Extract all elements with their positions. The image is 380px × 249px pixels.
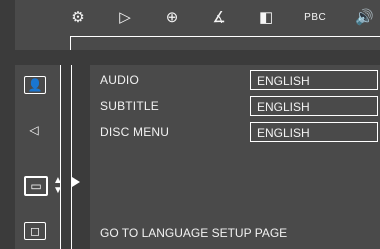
setting-label: DISC MENU (100, 125, 170, 139)
top-menu-bar: ⚙ ▷ ⊕ ∡ ◧ PBC 🔊 (15, 0, 380, 50)
folder-icon[interactable]: ◻ (24, 222, 46, 240)
play-icon[interactable]: ▷ (116, 8, 134, 28)
pointer-icon (72, 177, 80, 187)
top-icon-row: ⚙ ▷ ⊕ ∡ ◧ PBC 🔊 (69, 8, 374, 28)
sidebar: 👤 ◁ ▭ ◻ (15, 65, 61, 249)
setting-label: SUBTITLE (100, 99, 159, 113)
setting-row-disc-menu[interactable]: DISC MENU ENGLISH (100, 122, 380, 144)
setting-value[interactable]: ENGLISH (250, 70, 378, 90)
setting-value[interactable]: ENGLISH (250, 96, 378, 116)
step-icon[interactable]: ◧ (257, 8, 275, 28)
zoom-icon[interactable]: ⊕ (163, 8, 181, 28)
settings-panel: AUDIO ENGLISH SUBTITLE ENGLISH DISC MENU… (90, 65, 380, 249)
updown-icon: ▲ ▼ (53, 175, 63, 196)
setting-label: AUDIO (100, 73, 140, 87)
angle-icon[interactable]: ∡ (210, 8, 228, 28)
setting-row-audio[interactable]: AUDIO ENGLISH (100, 70, 380, 92)
speaker-icon[interactable]: ◁ (24, 122, 44, 138)
language-icon[interactable]: 👤 (24, 76, 46, 94)
sidebar-divider (71, 65, 72, 249)
menu-arrow-line (70, 36, 380, 37)
menu-arrow-vert (70, 36, 71, 50)
setting-row-subtitle[interactable]: SUBTITLE ENGLISH (100, 96, 380, 118)
audio-icon[interactable]: 🔊 (355, 8, 374, 28)
settings-icon[interactable]: ⚙ (69, 8, 87, 28)
help-text: GO TO LANGUAGE SETUP PAGE (100, 226, 288, 240)
subtitle-icon[interactable]: ▭ (24, 176, 48, 196)
pbc-icon[interactable]: PBC (304, 8, 326, 28)
setting-value[interactable]: ENGLISH (250, 122, 378, 142)
